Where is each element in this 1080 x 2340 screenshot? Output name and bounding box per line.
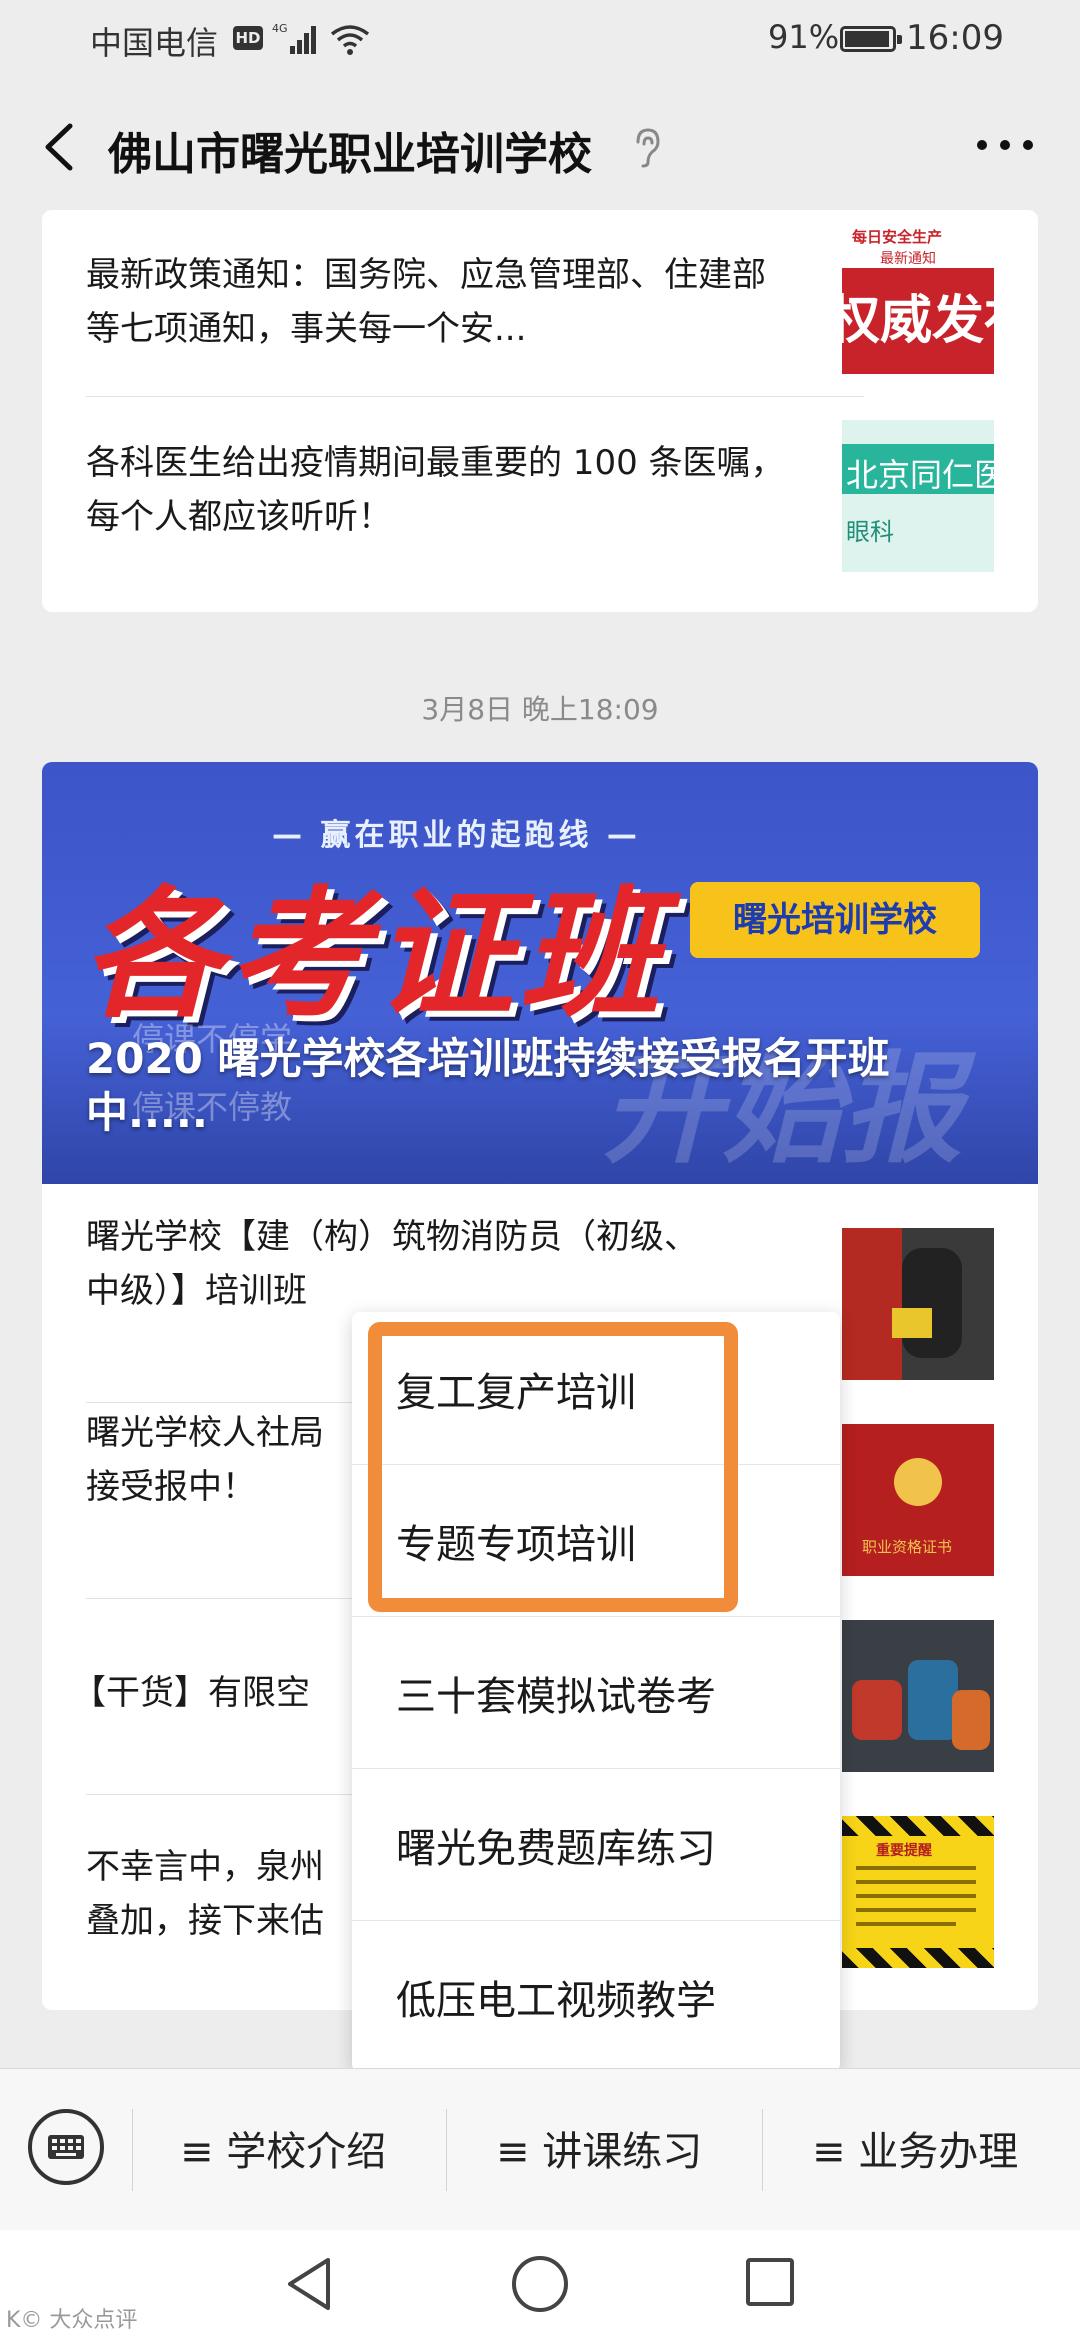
thumb-label: 职业资格证书 (862, 1538, 953, 1556)
list-item[interactable]: 【干货】有限空 (72, 1666, 372, 1720)
divider (86, 396, 864, 397)
submenu-item[interactable]: 三十套模拟试卷考 (352, 1616, 840, 1768)
divider (446, 2109, 447, 2191)
page-title: 佛山市曙光职业培训学校 (108, 129, 592, 180)
clock: 16:09 (906, 18, 1004, 58)
square-recent-icon[interactable] (746, 2258, 794, 2306)
ear-icon (636, 128, 660, 168)
submenu-item-label: 曙光免费题库练习 (396, 1826, 716, 1872)
list-item-line: 曙光学校人社局 (86, 1413, 324, 1453)
list-item-line: 曙光学校【建（构）筑物消防员（初级、 (86, 1217, 698, 1257)
carrier-label: 中国电信 (90, 24, 219, 62)
list-item-line: 叠加，接下来估 (86, 1901, 324, 1941)
thumb-label: 眼科 (846, 518, 894, 546)
chevron-left-icon[interactable] (30, 112, 90, 182)
list-item[interactable]: 最新政策通知：国务院、应急管理部、住建部等七项通知，事关每一个安... (86, 248, 786, 356)
list-item-line: 不幸言中，泉州 (86, 1847, 324, 1887)
divider (132, 2109, 133, 2191)
chat-header: 佛山市曙光职业培训学校 (0, 82, 1080, 212)
list-item[interactable]: 不幸言中，泉州 叠加，接下来估 (86, 1840, 386, 1948)
list-item[interactable]: 各科医生给出疫情期间最重要的 100 条医嘱，每个人都应该听听！ (86, 436, 786, 544)
list-item-line: 中级）】培训班 (86, 1271, 307, 1311)
divider (86, 1598, 386, 1599)
thumb-label: 北京同仁医 (846, 456, 994, 494)
thumb-label: 每日安全生产 (852, 228, 943, 246)
article-card-1: 最新政策通知：国务院、应急管理部、住建部等七项通知，事关每一个安... 每日安全… (42, 210, 1038, 612)
article-thumbnail[interactable]: 重要提醒 (842, 1816, 994, 1968)
article-thumbnail[interactable] (842, 1620, 994, 1772)
submenu-item[interactable]: 曙光免费题库练习 (352, 1768, 840, 1920)
highlight-annotation (368, 1322, 738, 1612)
submenu-item-label: 三十套模拟试卷考 (396, 1674, 716, 1720)
thumb-label: 最新通知 (880, 251, 936, 267)
list-item-line: 【干货】有限空 (72, 1673, 310, 1713)
article-thumbnail[interactable]: 职业资格证书 (842, 1424, 994, 1576)
article-thumbnail[interactable] (842, 1228, 994, 1380)
article-thumbnail[interactable]: 北京同仁医 眼科 (842, 420, 994, 572)
wifi-icon (330, 25, 370, 55)
status-bar: 中国电信 HD 4G 91% 16:09 (0, 0, 1080, 82)
divider (86, 1402, 386, 1403)
banner-caption: 2020 曙光学校各培训班持续接受报名开班中..... (86, 1034, 890, 1137)
cover-banner[interactable]: — 赢在职业的起跑线 — 各考证班 曙光培训学校 停课不停学 停课不停教 开始报… (42, 762, 1038, 1184)
message-timestamp: 3月8日 晚上18:09 (421, 693, 659, 726)
watermark: K© 大众点评 (6, 2308, 138, 2333)
list-item[interactable]: 曙光学校【建（构）筑物消防员（初级、 中级）】培训班 (86, 1210, 866, 1318)
more-dots-icon[interactable] (970, 130, 1040, 160)
network-label: 4G (272, 22, 288, 35)
triangle-back-icon[interactable] (282, 2254, 338, 2314)
signal-icon: 4G (272, 22, 316, 54)
keyboard-icon[interactable] (28, 2109, 104, 2185)
divider (86, 1794, 386, 1795)
article-thumbnail[interactable]: 每日安全生产 最新通知 权威发布 (842, 222, 994, 374)
battery-icon (840, 26, 902, 52)
thumb-label: 权威发布 (842, 291, 994, 351)
submenu-item[interactable]: 低压电工视频教学 (352, 1920, 840, 2072)
submenu-item-label: 低压电工视频教学 (396, 1978, 716, 2024)
thumb-label: 重要提醒 (876, 1843, 932, 1859)
menu-tab-business[interactable]: ≡ 业务办理 (812, 2119, 1018, 2177)
banner-tag: 曙光培训学校 (690, 882, 980, 958)
battery-percent: 91% (768, 18, 840, 56)
official-account-menu: ≡ 学校介绍 ≡ 讲课练习 ≡ 业务办理 (0, 2068, 1080, 2230)
circle-home-icon[interactable] (512, 2256, 568, 2312)
hd-badge: HD (233, 26, 263, 50)
menu-tab-school-intro[interactable]: ≡ 学校介绍 (180, 2119, 386, 2177)
divider (762, 2109, 763, 2191)
menu-tab-lecture-practice[interactable]: ≡ 讲课练习 (496, 2119, 702, 2177)
system-nav-bar (0, 2230, 1080, 2340)
list-item-line: 接受报中！ (86, 1467, 256, 1507)
list-item[interactable]: 曙光学校人社局 接受报中！ (86, 1406, 386, 1514)
